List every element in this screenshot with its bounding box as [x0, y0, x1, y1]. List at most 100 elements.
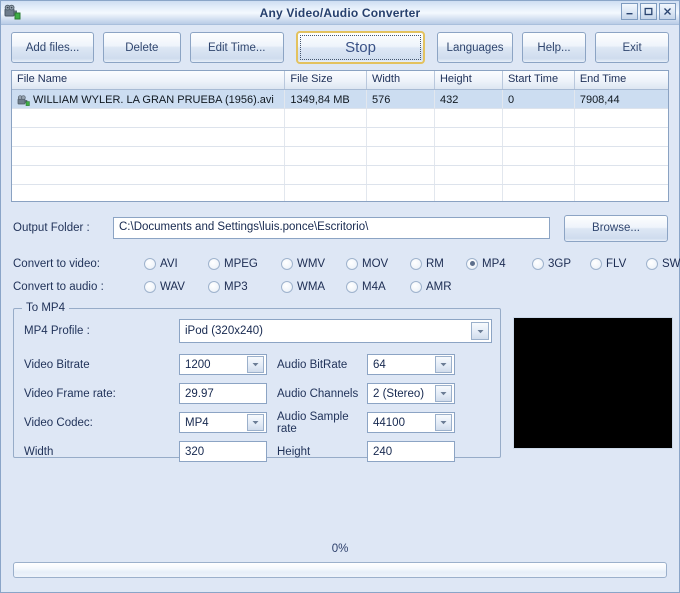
cell-empty: [12, 109, 286, 127]
audio-channels-select[interactable]: 2 (Stereo): [367, 383, 455, 404]
audio-bitrate-label: Audio BitRate: [277, 358, 348, 371]
chevron-down-icon[interactable]: [247, 414, 264, 431]
browse-button[interactable]: Browse...: [564, 214, 668, 242]
progress-area: 0%: [1, 458, 679, 592]
file-name-text: WILLIAM WYLER. LA GRAN PRUEBA (1956).avi: [33, 94, 274, 106]
cell-empty: [12, 147, 286, 165]
video-codec-label: Video Codec:: [24, 416, 93, 429]
radio-button-icon[interactable]: [590, 257, 602, 270]
chevron-down-icon[interactable]: [435, 385, 452, 402]
chevron-down-icon[interactable]: [435, 356, 452, 373]
maximize-button[interactable]: [640, 3, 657, 20]
video-bitrate-select[interactable]: 1200: [179, 354, 267, 375]
column-header-width[interactable]: Width: [367, 71, 435, 89]
radio-video-avi[interactable]: AVI: [144, 257, 208, 270]
column-header-file-size[interactable]: File Size: [285, 71, 367, 89]
radio-button-icon[interactable]: [410, 280, 422, 293]
radio-audio-amr[interactable]: AMR: [410, 280, 466, 293]
cell-empty: [503, 147, 575, 165]
stop-button[interactable]: Stop: [295, 31, 426, 64]
chevron-down-icon[interactable]: [435, 414, 452, 431]
table-row-empty[interactable]: [12, 147, 668, 166]
audio-sample-rate-select[interactable]: 44100: [367, 412, 455, 433]
width-input[interactable]: 320: [179, 441, 267, 462]
radio-button-icon[interactable]: [208, 257, 220, 270]
column-header-start-time[interactable]: Start Time: [503, 71, 575, 89]
radio-video-mov[interactable]: MOV: [346, 257, 410, 270]
radio-button-icon[interactable]: [466, 257, 478, 270]
radio-button-icon[interactable]: [208, 280, 220, 293]
radio-video-3gp[interactable]: 3GP: [532, 257, 590, 270]
video-codec-value: MP4: [185, 416, 209, 429]
add-files-button[interactable]: Add files...: [11, 32, 95, 63]
cell-empty: [285, 128, 367, 146]
radio-label: MP4: [482, 257, 506, 270]
chevron-down-icon[interactable]: [247, 356, 264, 373]
radio-audio-mp3[interactable]: MP3: [208, 280, 281, 293]
radio-audio-wma[interactable]: WMA: [281, 280, 346, 293]
help-button[interactable]: Help...: [521, 32, 587, 63]
radio-video-flv[interactable]: FLV: [590, 257, 646, 270]
audio-bitrate-select[interactable]: 64: [367, 354, 455, 375]
column-header-file-name[interactable]: File Name: [12, 71, 286, 89]
file-list[interactable]: File Name File Size Width Height Start T…: [11, 70, 669, 202]
mp4-profile-label: MP4 Profile :: [24, 325, 90, 337]
radio-button-icon[interactable]: [410, 257, 422, 270]
cell-empty: [503, 128, 575, 146]
dimensions-row: Width 320 Height 240: [24, 439, 492, 464]
radio-video-swf[interactable]: SWF: [646, 257, 680, 270]
radio-button-icon[interactable]: [646, 257, 658, 270]
radio-button-icon[interactable]: [281, 280, 293, 293]
table-row-empty[interactable]: [12, 109, 668, 128]
video-codec-select[interactable]: MP4: [179, 412, 267, 433]
radio-button-icon[interactable]: [144, 257, 156, 270]
radio-button-icon[interactable]: [281, 257, 293, 270]
table-row-empty[interactable]: [12, 185, 668, 201]
mp4-profile-row: MP4 Profile : iPod (320x240): [24, 319, 492, 343]
file-list-header: File Name File Size Width Height Start T…: [12, 71, 668, 90]
output-folder-row: Output Folder : C:\Documents and Setting…: [1, 202, 679, 244]
radio-video-wmv[interactable]: WMV: [281, 257, 346, 270]
mp4-group-title: To MP4: [22, 302, 69, 314]
radio-video-mpeg[interactable]: MPEG: [208, 257, 281, 270]
convert-to-video-label: Convert to video:: [13, 257, 100, 270]
radio-audio-m4a[interactable]: M4A: [346, 280, 410, 293]
close-button[interactable]: [659, 3, 676, 20]
radio-button-icon[interactable]: [346, 257, 358, 270]
radio-button-icon[interactable]: [144, 280, 156, 293]
audio-sample-rate-value: 44100: [373, 416, 405, 429]
video-preview-panel[interactable]: [513, 317, 673, 449]
audio-channels-value: 2 (Stereo): [373, 387, 425, 400]
video-bitrate-value: 1200: [185, 358, 211, 371]
convert-options: Convert to video: AVI MPEG WMV MOV RM MP4 3GP F…: [1, 244, 680, 298]
radio-video-mp4[interactable]: MP4: [466, 257, 532, 270]
cell-empty: [435, 109, 503, 127]
column-header-end-time[interactable]: End Time: [575, 71, 668, 89]
cell-empty: [285, 147, 367, 165]
exit-button[interactable]: Exit: [595, 32, 669, 63]
video-frame-rate-input[interactable]: 29.97: [179, 383, 267, 404]
height-label: Height: [277, 445, 311, 458]
video-codec-row: Video Codec: MP4 Audio Sample rate 44100: [24, 410, 492, 435]
table-row-empty[interactable]: [12, 166, 668, 185]
languages-button[interactable]: Languages: [437, 32, 513, 63]
radio-audio-wav[interactable]: WAV: [144, 280, 208, 293]
height-input[interactable]: 240: [367, 441, 455, 462]
mp4-profile-select[interactable]: iPod (320x240): [179, 319, 492, 343]
output-folder-label: Output Folder :: [13, 222, 90, 234]
table-row[interactable]: WILLIAM WYLER. LA GRAN PRUEBA (1956).avi…: [12, 90, 668, 109]
column-header-height[interactable]: Height: [435, 71, 503, 89]
minimize-button[interactable]: [621, 3, 638, 20]
cell-empty: [435, 166, 503, 184]
width-value: 320: [185, 445, 205, 458]
delete-button[interactable]: Delete: [103, 32, 181, 63]
chevron-down-icon[interactable]: [471, 322, 489, 340]
table-row-empty[interactable]: [12, 128, 668, 147]
cell-empty: [12, 166, 286, 184]
radio-video-rm[interactable]: RM: [410, 257, 466, 270]
radio-button-icon[interactable]: [532, 257, 544, 270]
cell-empty: [435, 185, 503, 201]
radio-button-icon[interactable]: [346, 280, 358, 293]
output-folder-input[interactable]: C:\Documents and Settings\luis.ponce\Esc…: [113, 217, 550, 239]
edit-time-button[interactable]: Edit Time...: [189, 32, 284, 63]
